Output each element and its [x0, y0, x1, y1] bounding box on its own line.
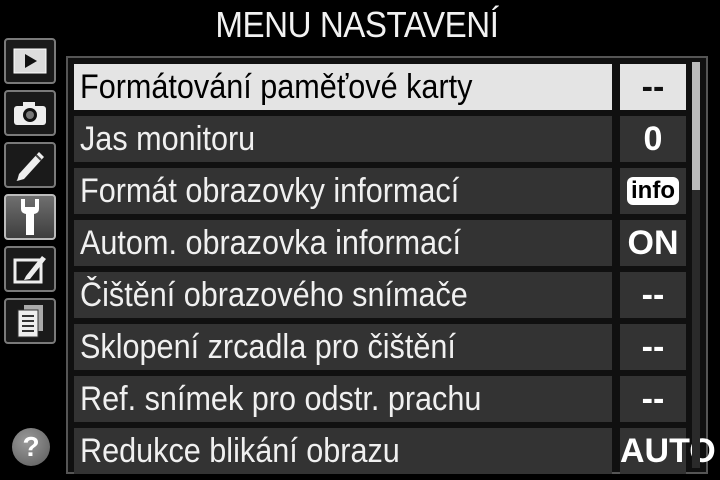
menu-item-label: Redukce blikání obrazu — [80, 432, 400, 470]
menu-item-format-card[interactable]: Formátování paměťové karty -- — [74, 64, 686, 110]
menu-item-lock-mirror-up[interactable]: Sklopení zrcadla pro čištění -- — [74, 324, 686, 370]
menu-item-label: Formát obrazovky informací — [80, 172, 460, 210]
menu-item-label: Autom. obrazovka informací — [80, 224, 461, 262]
menu-item-label: Formátování paměťové karty — [80, 68, 473, 106]
tab-retouch[interactable] — [4, 246, 56, 292]
menu-tab-strip — [0, 34, 62, 480]
menu-item-dust-off-ref-photo[interactable]: Ref. snímek pro odstr. prachu -- — [74, 376, 686, 422]
tab-playback[interactable] — [4, 38, 56, 84]
menu-item-label: Sklopení zrcadla pro čištění — [80, 328, 456, 366]
scrollbar-thumb[interactable] — [692, 62, 700, 190]
menu-item-label: Čištění obrazového snímače — [80, 276, 468, 314]
menu-item-label: Ref. snímek pro odstr. prachu — [80, 380, 482, 418]
menu-item-label: Jas monitoru — [80, 120, 256, 158]
menu-item-value: -- — [620, 324, 686, 370]
tab-shooting[interactable] — [4, 90, 56, 136]
tab-setup[interactable] — [4, 194, 56, 240]
tab-my-menu[interactable] — [4, 298, 56, 344]
menu-item-value: -- — [620, 376, 686, 422]
menu-item-value: -- — [620, 272, 686, 318]
scrollbar[interactable] — [692, 62, 700, 468]
help-icon: ? — [22, 431, 40, 462]
page-title: MENU NASTAVENÍ — [215, 4, 499, 45]
camera-icon — [14, 102, 46, 125]
playback-icon — [13, 48, 47, 74]
retouch-icon — [13, 256, 46, 284]
menu-item-flicker-reduction[interactable]: Redukce blikání obrazu AUTO — [74, 428, 716, 474]
menu-item-monitor-brightness[interactable]: Jas monitoru 0 — [74, 116, 686, 162]
pencil-icon — [16, 152, 44, 181]
my-menu-icon — [17, 305, 43, 338]
setup-menu-list: Formátování paměťové karty -- Jas monito… — [66, 56, 716, 474]
menu-item-value: AUTO — [620, 428, 716, 474]
info-badge: info — [627, 177, 679, 205]
menu-item-info-display-format[interactable]: Formát obrazovky informací info — [74, 168, 686, 214]
menu-item-value: 0 — [620, 116, 686, 162]
menu-item-value: -- — [620, 64, 686, 110]
menu-item-auto-info-display[interactable]: Autom. obrazovka informací ON — [74, 220, 686, 266]
tab-custom-settings[interactable] — [4, 142, 56, 188]
help-button[interactable]: ? — [12, 428, 50, 466]
wrench-icon — [21, 199, 39, 235]
menu-item-value: ON — [620, 220, 686, 266]
menu-item-clean-sensor[interactable]: Čištění obrazového snímače -- — [74, 272, 686, 318]
